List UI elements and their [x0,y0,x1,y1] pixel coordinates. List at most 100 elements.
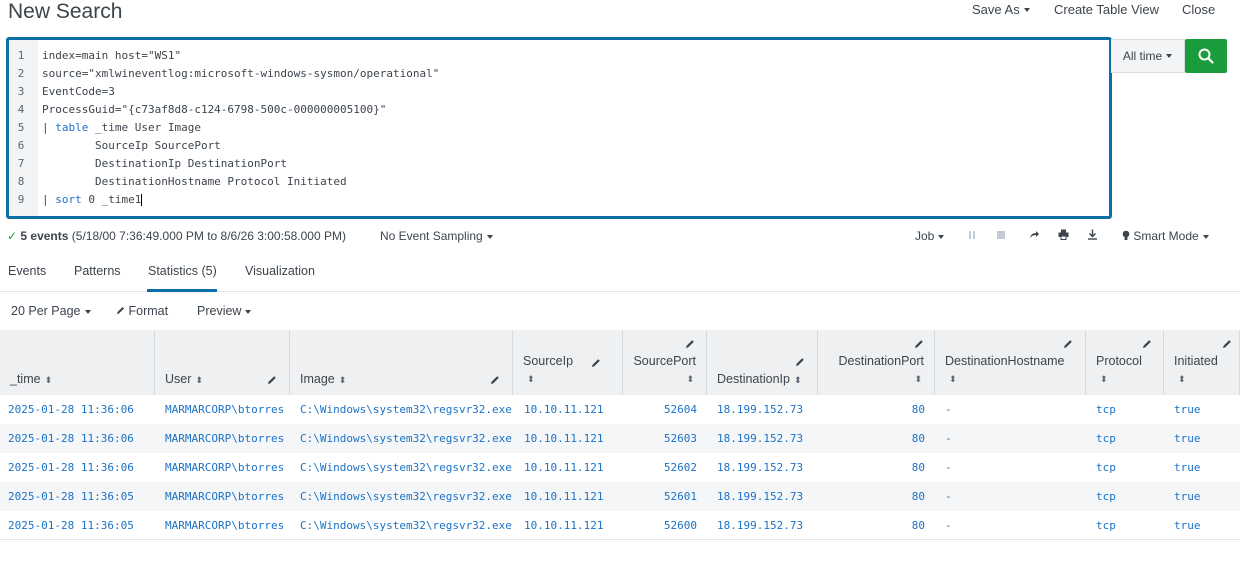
query-line[interactable]: 4 ProcessGuid="{c73af8d8-c124-6798-500c-0… [9,101,387,119]
pencil-icon[interactable] [914,338,924,348]
table-cell-sourceport[interactable]: 52604 [664,403,697,416]
column-header-destinationhostname[interactable]: DestinationHostname ⬍ [935,330,1086,395]
column-header-sourceip[interactable]: SourceIp ⬍ [513,330,623,395]
tab-statistics[interactable]: Statistics (5) [148,264,217,278]
pause-icon[interactable] [967,229,977,243]
table-cell-destinationport[interactable]: 80 [912,519,925,532]
table-cell-destinationhostname[interactable]: - [945,403,952,416]
sort-icon[interactable]: ⬍ [794,375,802,385]
tab-patterns[interactable]: Patterns [74,264,121,278]
query-line[interactable]: 6 SourceIp SourcePort [9,137,221,155]
table-cell-destinationhostname[interactable]: - [945,490,952,503]
table-cell-sourceport[interactable]: 52600 [664,519,697,532]
column-header-protocol[interactable]: Protocol ⬍ [1086,330,1164,395]
table-cell-sourceport[interactable]: 52601 [664,490,697,503]
table-cell-user[interactable]: MARMARCORP\btorres [165,432,284,445]
table-cell-user[interactable]: MARMARCORP\btorres [165,519,284,532]
pencil-icon[interactable] [267,374,277,384]
table-cell-destinationip[interactable]: 18.199.152.73 [717,403,803,416]
share-icon[interactable] [1029,229,1040,243]
sort-icon[interactable]: ⬍ [1100,374,1108,385]
sort-icon[interactable]: ⬍ [914,374,922,385]
table-cell-sourceip[interactable]: 10.10.11.121 [524,403,603,416]
event-sampling-dropdown[interactable]: No Event Sampling [380,229,493,243]
sort-icon[interactable]: ⬍ [1178,374,1186,385]
table-cell-image[interactable]: C:\Windows\system32\regsvr32.exe [300,403,512,416]
table-cell-sourceip[interactable]: 10.10.11.121 [524,490,603,503]
column-header-sourceport[interactable]: SourcePort ⬍ [623,330,707,395]
pencil-icon[interactable] [1222,338,1232,348]
query-line[interactable]: 3 EventCode=3 [9,83,115,101]
table-cell-sourceip[interactable]: 10.10.11.121 [524,519,603,532]
table-cell-initiated[interactable]: true [1174,432,1201,445]
pencil-icon[interactable] [685,338,695,348]
table-cell-destinationhostname[interactable]: - [945,432,952,445]
tab-visualization[interactable]: Visualization [245,264,315,278]
table-cell-destinationhostname[interactable]: - [945,519,952,532]
table-cell-destinationport[interactable]: 80 [912,461,925,474]
table-cell-sourceport[interactable]: 52603 [664,432,697,445]
table-cell-protocol[interactable]: tcp [1096,490,1116,503]
search-button[interactable] [1185,39,1227,73]
table-cell-image[interactable]: C:\Windows\system32\regsvr32.exe [300,461,512,474]
table-cell-initiated[interactable]: true [1174,519,1201,532]
table-cell-protocol[interactable]: tcp [1096,519,1116,532]
query-line[interactable]: 8 DestinationHostname Protocol Initiated [9,173,347,191]
query-line[interactable]: 7 DestinationIp DestinationPort [9,155,287,173]
table-cell-user[interactable]: MARMARCORP\btorres [165,461,284,474]
pencil-icon[interactable] [591,357,601,367]
query-line[interactable]: 2 source="xmlwineventlog:microsoft-window… [9,65,440,83]
sort-icon[interactable]: ⬍ [339,375,347,385]
sort-icon[interactable]: ⬍ [949,374,957,385]
query-line[interactable]: 5 | table _time User Image [9,119,201,137]
table-cell-initiated[interactable]: true [1174,490,1201,503]
table-cell-time[interactable]: 2025-01-28 11:36:06 [8,461,134,474]
table-cell-destinationport[interactable]: 80 [912,490,925,503]
format-button[interactable]: Format [116,304,168,318]
table-cell-time[interactable]: 2025-01-28 11:36:05 [8,519,134,532]
table-cell-sourceport[interactable]: 52602 [664,461,697,474]
time-range-picker[interactable]: All time [1111,39,1185,73]
preview-dropdown[interactable]: Preview [197,304,252,318]
table-cell-image[interactable]: C:\Windows\system32\regsvr32.exe [300,432,512,445]
table-cell-time[interactable]: 2025-01-28 11:36:05 [8,490,134,503]
query-line[interactable]: 9 | sort 0 _time1 [9,191,143,209]
sort-icon[interactable]: ⬍ [195,375,203,385]
table-cell-protocol[interactable]: tcp [1096,461,1116,474]
table-cell-time[interactable]: 2025-01-28 11:36:06 [8,432,134,445]
pencil-icon[interactable] [1142,338,1152,348]
column-header-user[interactable]: User ⬍ [155,330,290,395]
table-cell-destinationip[interactable]: 18.199.152.73 [717,519,803,532]
column-header-image[interactable]: Image ⬍ [290,330,513,395]
sort-icon[interactable]: ⬍ [686,374,694,385]
sort-icon[interactable]: ⬍ [45,375,53,385]
column-header-destinationport[interactable]: DestinationPort ⬍ [818,330,935,395]
stop-icon[interactable] [996,229,1006,243]
table-cell-destinationip[interactable]: 18.199.152.73 [717,432,803,445]
query-line[interactable]: 1 index=main host="WS1" [9,47,181,65]
create-table-view-button[interactable]: Create Table View [1054,2,1159,17]
search-mode-dropdown[interactable]: Smart Mode [1122,229,1209,243]
pencil-icon[interactable] [1063,338,1073,348]
download-icon[interactable] [1087,229,1098,243]
table-cell-initiated[interactable]: true [1174,461,1201,474]
column-header-destinationip[interactable]: DestinationIp ⬍ [707,330,818,395]
table-cell-destinationip[interactable]: 18.199.152.73 [717,461,803,474]
table-cell-image[interactable]: C:\Windows\system32\regsvr32.exe [300,490,512,503]
table-cell-destinationip[interactable]: 18.199.152.73 [717,490,803,503]
tab-events[interactable]: Events [8,264,46,278]
column-header-initiated[interactable]: Initiated ⬍ [1164,330,1240,395]
table-cell-user[interactable]: MARMARCORP\btorres [165,490,284,503]
table-cell-image[interactable]: C:\Windows\system32\regsvr32.exe [300,519,512,532]
table-cell-destinationhostname[interactable]: - [945,461,952,474]
job-menu[interactable]: Job [915,229,945,243]
per-page-dropdown[interactable]: 20 Per Page [11,304,91,318]
table-cell-protocol[interactable]: tcp [1096,432,1116,445]
pencil-icon[interactable] [795,356,805,366]
table-cell-user[interactable]: MARMARCORP\btorres [165,403,284,416]
close-button[interactable]: Close [1182,2,1215,17]
table-cell-protocol[interactable]: tcp [1096,403,1116,416]
table-cell-destinationport[interactable]: 80 [912,432,925,445]
pencil-icon[interactable] [490,374,500,384]
print-icon[interactable] [1058,229,1069,243]
